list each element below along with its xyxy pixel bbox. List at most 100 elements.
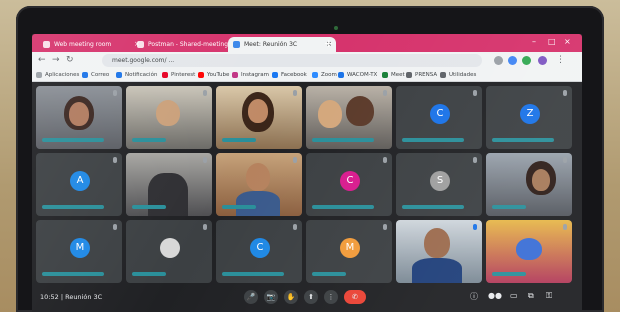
mic-off-icon xyxy=(203,157,207,163)
reload-button[interactable]: ↻ xyxy=(66,54,74,67)
bookmark-item[interactable]: Utilidades xyxy=(440,70,476,80)
mic-off-icon xyxy=(113,224,117,230)
participant-tile-video[interactable] xyxy=(216,153,302,216)
participant-name xyxy=(402,205,464,209)
tab-strip: Web meeting room × Postman - Shared-meet… xyxy=(32,34,582,52)
window-close-button[interactable]: × xyxy=(564,37,571,46)
bookmark-label: WACOM-TX xyxy=(347,72,378,78)
mic-button[interactable]: 🎤 xyxy=(244,290,258,304)
extension-icon[interactable] xyxy=(508,56,517,65)
bookmark-icon xyxy=(440,72,446,78)
separator: | xyxy=(60,293,64,301)
person-body xyxy=(148,173,188,216)
participant-tile-avatar[interactable]: C xyxy=(216,220,302,283)
bookmark-item[interactable]: Notificación xyxy=(116,70,157,80)
meeting-control-bar: 10:52 | Reunión 3C 🎤 📷 ✋ ⬆ ⋮ ✆ ⓘ ●● ▭ ⧉ … xyxy=(32,284,582,312)
people-icon[interactable]: ●● xyxy=(488,291,502,300)
back-button[interactable]: ← xyxy=(38,54,46,67)
present-button[interactable]: ⬆ xyxy=(304,290,318,304)
more-options-button[interactable]: ⋮ xyxy=(324,290,338,304)
bookmark-icon xyxy=(36,72,42,78)
participant-name xyxy=(222,138,256,142)
laptop-screen: Web meeting room × Postman - Shared-meet… xyxy=(32,34,582,312)
participant-tile-video[interactable] xyxy=(306,86,392,149)
mic-off-icon xyxy=(563,224,567,230)
person-face xyxy=(424,228,450,258)
person-body xyxy=(236,191,280,216)
avatar: C xyxy=(340,171,360,191)
info-icon[interactable]: ⓘ xyxy=(470,291,478,302)
participant-tile-video[interactable] xyxy=(126,86,212,149)
avatar: C xyxy=(250,238,270,258)
bookmark-item[interactable]: Aplicaciones xyxy=(36,70,79,80)
mic-off-icon xyxy=(473,157,477,163)
address-bar[interactable]: meet.google.com/ ... xyxy=(102,54,482,67)
bookmark-label: Pinterest xyxy=(171,72,196,78)
participant-tile-avatar[interactable]: M xyxy=(36,220,122,283)
participant-tile-video[interactable] xyxy=(216,86,302,149)
meeting-time: 10:52 xyxy=(40,293,59,301)
participant-tile-video[interactable] xyxy=(486,153,572,216)
participant-tile-avatar[interactable]: Z xyxy=(486,86,572,149)
bookmark-item[interactable]: Meet xyxy=(382,70,405,80)
chat-icon[interactable]: ▭ xyxy=(510,291,518,300)
raise-hand-button[interactable]: ✋ xyxy=(284,290,298,304)
participant-tile-video[interactable] xyxy=(396,220,482,283)
bookmark-label: YouTube xyxy=(207,72,230,78)
participant-name xyxy=(222,205,256,209)
bookmark-label: Aplicaciones xyxy=(45,72,80,78)
avatar: C xyxy=(430,104,450,124)
tab-favicon-icon xyxy=(43,41,50,48)
bookmark-item[interactable]: Instagram xyxy=(232,70,269,80)
person-face xyxy=(346,96,374,126)
participant-tile-avatar[interactable]: S xyxy=(396,153,482,216)
mic-off-icon xyxy=(203,224,207,230)
bookmark-item[interactable]: WACOM-TX xyxy=(338,70,377,80)
bookmark-label: Facebook xyxy=(281,72,307,78)
tab-meet[interactable]: Meet: Reunión 3C × xyxy=(228,37,336,52)
participant-name xyxy=(42,138,104,142)
maximize-button[interactable]: □ xyxy=(548,37,556,46)
bookmark-item[interactable]: YouTube xyxy=(198,70,229,80)
end-call-button[interactable]: ✆ xyxy=(344,290,366,304)
tab-web-meeting[interactable]: Web meeting room × xyxy=(38,37,144,52)
participant-tile-video[interactable] xyxy=(486,220,572,283)
meeting-name: Reunión 3C xyxy=(65,293,103,301)
extension-icon[interactable] xyxy=(494,56,503,65)
person-face xyxy=(532,169,550,191)
bookmark-icon xyxy=(406,72,412,78)
participant-tile-video[interactable] xyxy=(36,86,122,149)
tab-postman[interactable]: Postman - Shared-meeting-... × xyxy=(132,37,240,52)
participant-tile-avatar[interactable]: M xyxy=(306,220,392,283)
bookmark-label: Meet xyxy=(391,72,405,78)
mic-off-icon xyxy=(113,90,117,96)
minimize-button[interactable]: – xyxy=(532,37,536,46)
avatar xyxy=(160,238,180,258)
bookmark-item[interactable]: PRENSA xyxy=(406,70,437,80)
bookmark-item[interactable]: Pinterest xyxy=(162,70,195,80)
mic-off-icon xyxy=(293,224,297,230)
participant-tile-video[interactable] xyxy=(126,153,212,216)
address-url: meet.google.com/ ... xyxy=(112,57,175,64)
camera-button[interactable]: 📷 xyxy=(264,290,278,304)
bookmark-item[interactable]: Zoom xyxy=(312,70,337,80)
participant-tile-photo[interactable] xyxy=(126,220,212,283)
new-tab-button[interactable]: + xyxy=(324,36,333,51)
activities-icon[interactable]: ⧉ xyxy=(528,291,534,301)
extension-icon[interactable] xyxy=(522,56,531,65)
bookmark-icon xyxy=(382,72,388,78)
menu-dots-icon[interactable]: ⋮ xyxy=(556,54,565,67)
participant-name xyxy=(312,138,374,142)
forward-button[interactable]: → xyxy=(52,54,60,67)
participant-tile-avatar[interactable]: A xyxy=(36,153,122,216)
person-body xyxy=(412,258,462,283)
bookmark-item[interactable]: Facebook xyxy=(272,70,307,80)
bookmark-item[interactable]: Correo xyxy=(82,70,109,80)
participant-tile-avatar[interactable]: C xyxy=(306,153,392,216)
lock-icon[interactable]: ⚿ xyxy=(546,291,552,301)
participant-name xyxy=(312,205,374,209)
profile-avatar-icon[interactable] xyxy=(538,56,547,65)
tab-label: Postman - Shared-meeting-... xyxy=(148,41,236,48)
person-face xyxy=(318,100,342,128)
participant-tile-avatar[interactable]: C xyxy=(396,86,482,149)
